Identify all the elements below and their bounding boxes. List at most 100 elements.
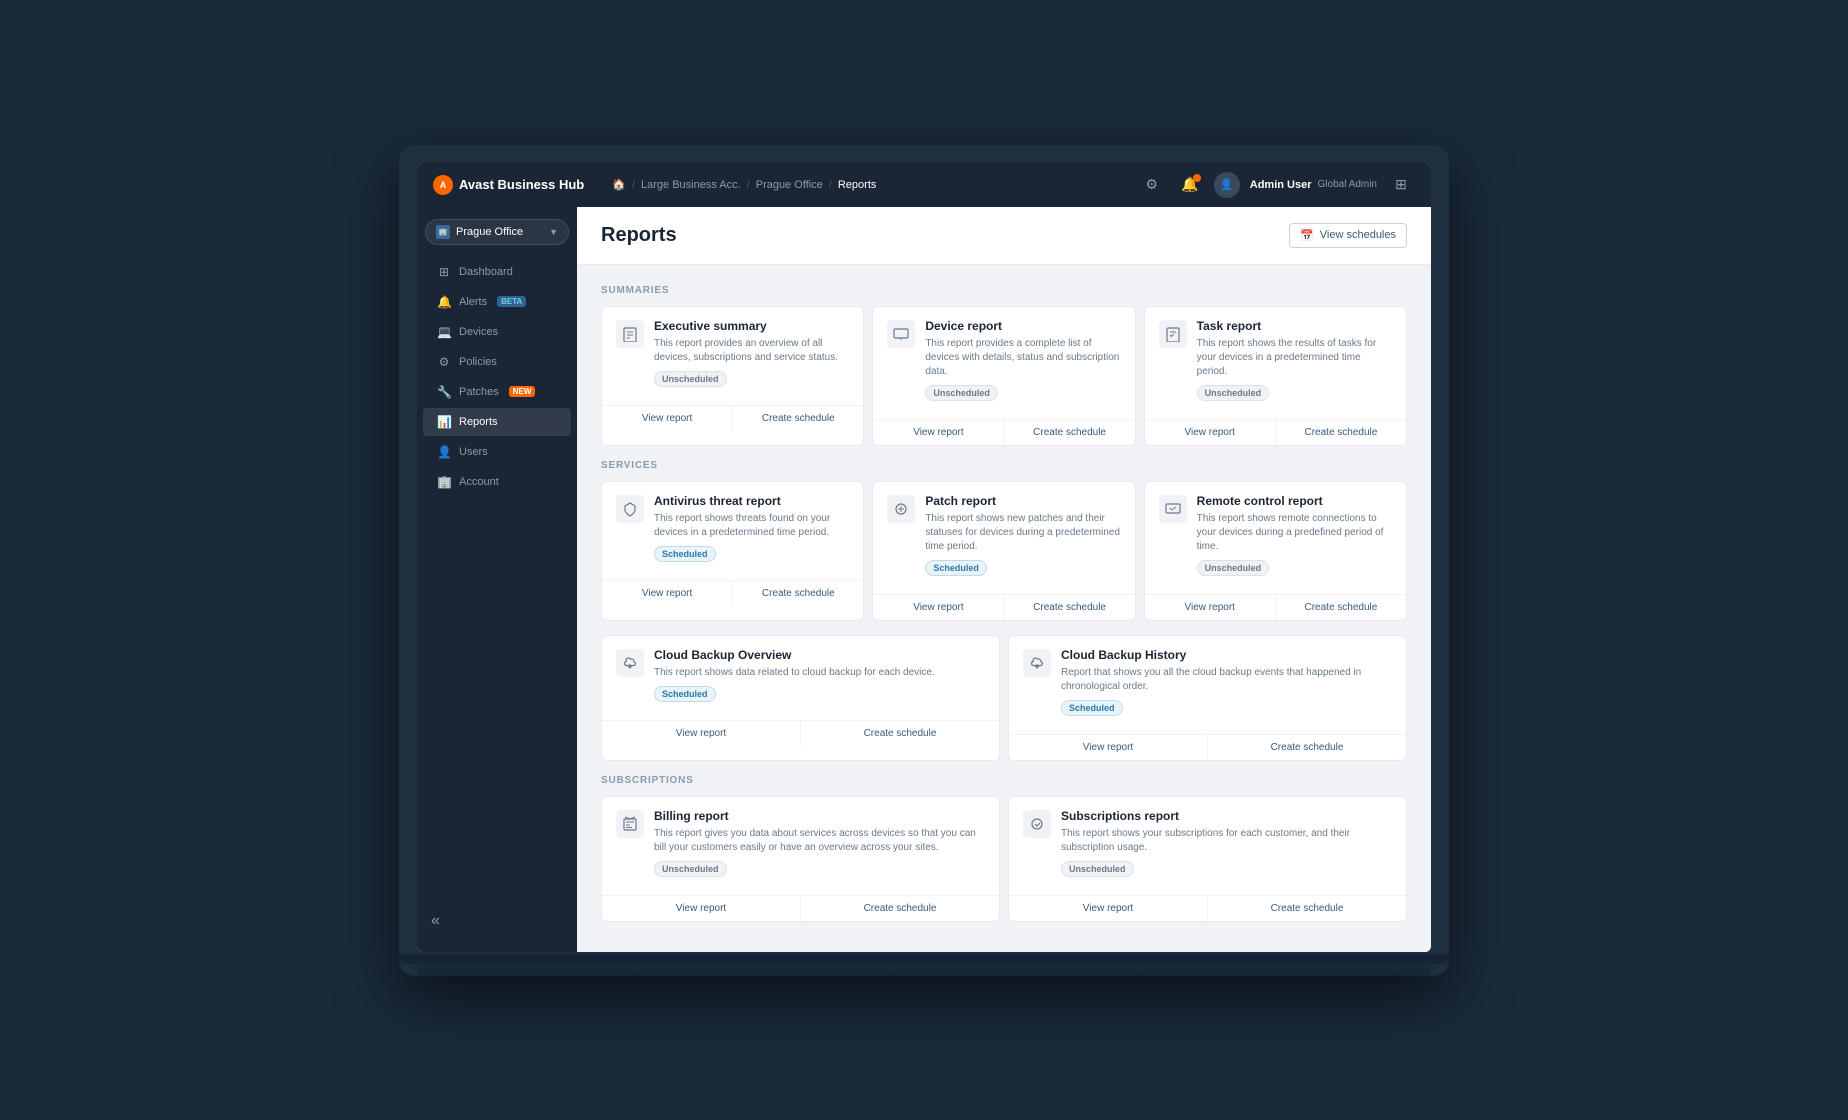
antivirus-view-button[interactable]: View report: [602, 581, 733, 606]
executive-summary-schedule-button[interactable]: Create schedule: [733, 406, 863, 431]
executive-summary-title: Executive summary: [654, 319, 849, 333]
cloud-backup-overview-card: Cloud Backup Overview This report shows …: [601, 635, 1000, 761]
calendar-icon: 📅: [1300, 229, 1314, 242]
executive-summary-view-button[interactable]: View report: [602, 406, 733, 431]
sidebar-label-users: Users: [459, 446, 488, 458]
main-layout: 🏢 Prague Office ▼ ⊞ Dashboard 🔔 Alerts B…: [417, 207, 1431, 952]
task-report-view-button[interactable]: View report: [1145, 420, 1276, 445]
laptop-base: [417, 954, 1431, 976]
remote-control-actions: View report Create schedule: [1145, 594, 1406, 620]
antivirus-threat-title: Antivirus threat report: [654, 494, 849, 508]
device-report-schedule-button[interactable]: Create schedule: [1005, 420, 1135, 445]
sidebar-item-dashboard[interactable]: ⊞ Dashboard: [423, 258, 571, 286]
subscriptions-report-status: Unscheduled: [1061, 861, 1134, 877]
notif-dot: [1193, 174, 1201, 182]
subscriptions-report-icon: [1023, 810, 1051, 838]
patches-icon: 🔧: [437, 385, 451, 399]
cloud-backup-history-card: Cloud Backup History Report that shows y…: [1008, 635, 1407, 761]
antivirus-threat-desc: This report shows threats found on your …: [654, 512, 849, 540]
patch-report-status: Scheduled: [925, 560, 987, 576]
subscriptions-section-label: SUBSCRIPTIONS: [601, 775, 1407, 786]
view-schedules-button[interactable]: 📅 View schedules: [1289, 223, 1407, 248]
breadcrumb-site[interactable]: Prague Office: [756, 179, 823, 191]
avatar: 👤: [1214, 172, 1240, 198]
cloud-backup-overview-view-button[interactable]: View report: [602, 721, 801, 746]
billing-schedule-button[interactable]: Create schedule: [801, 896, 999, 921]
patch-report-card: Patch report This report shows new patch…: [872, 481, 1135, 621]
topbar-right: ⚙ 🔔 👤 Admin User Global Admin ⊞: [1138, 171, 1415, 199]
sidebar-item-account[interactable]: 🏢 Account: [423, 468, 571, 496]
sidebar-label-alerts: Alerts: [459, 296, 487, 308]
device-report-icon: [887, 320, 915, 348]
sidebar-item-users[interactable]: 👤 Users: [423, 438, 571, 466]
cloud-backup-history-desc: Report that shows you all the cloud back…: [1061, 666, 1392, 694]
sidebar-item-devices[interactable]: 💻 Devices: [423, 318, 571, 346]
devices-icon: 💻: [437, 325, 451, 339]
services-grid-row2: Cloud Backup Overview This report shows …: [601, 635, 1407, 761]
notifications-icon[interactable]: 🔔: [1176, 171, 1204, 199]
sidebar: 🏢 Prague Office ▼ ⊞ Dashboard 🔔 Alerts B…: [417, 207, 577, 952]
summaries-grid: Executive summary This report provides a…: [601, 306, 1407, 446]
task-report-schedule-button[interactable]: Create schedule: [1276, 420, 1406, 445]
remote-schedule-button[interactable]: Create schedule: [1276, 595, 1406, 620]
executive-summary-status: Unscheduled: [654, 371, 727, 387]
cloud-backup-overview-title: Cloud Backup Overview: [654, 648, 935, 662]
summaries-section-label: SUMMARIES: [601, 285, 1407, 296]
task-report-status: Unscheduled: [1197, 385, 1270, 401]
subscriptions-report-card: Subscriptions report This report shows y…: [1008, 796, 1407, 922]
patch-view-button[interactable]: View report: [873, 595, 1004, 620]
users-icon: 👤: [437, 445, 451, 459]
antivirus-schedule-button[interactable]: Create schedule: [733, 581, 863, 606]
topbar: A Avast Business Hub 🏠 / Large Business …: [417, 163, 1431, 207]
subscriptions-grid: Billing report This report gives you dat…: [601, 796, 1407, 922]
remote-control-card: Remote control report This report shows …: [1144, 481, 1407, 621]
cloud-backup-history-status: Scheduled: [1061, 700, 1123, 716]
sidebar-label-reports: Reports: [459, 416, 498, 428]
sidebar-item-reports[interactable]: 📊 Reports: [423, 408, 571, 436]
subscriptions-view-button[interactable]: View report: [1009, 896, 1208, 921]
subscriptions-report-desc: This report shows your subscriptions for…: [1061, 827, 1392, 855]
subscriptions-schedule-button[interactable]: Create schedule: [1208, 896, 1406, 921]
billing-report-actions: View report Create schedule: [602, 895, 999, 921]
settings-icon[interactable]: ⚙: [1138, 171, 1166, 199]
billing-report-card: Billing report This report gives you dat…: [601, 796, 1000, 922]
sidebar-label-account: Account: [459, 476, 499, 488]
cloud-backup-history-schedule-button[interactable]: Create schedule: [1208, 735, 1406, 760]
breadcrumb-account[interactable]: Large Business Acc.: [641, 179, 741, 191]
antivirus-threat-actions: View report Create schedule: [602, 580, 863, 606]
cloud-backup-history-title: Cloud Backup History: [1061, 648, 1392, 662]
device-report-title: Device report: [925, 319, 1120, 333]
remote-view-button[interactable]: View report: [1145, 595, 1276, 620]
billing-report-icon: [616, 810, 644, 838]
sidebar-label-devices: Devices: [459, 326, 498, 338]
sidebar-item-policies[interactable]: ⚙ Policies: [423, 348, 571, 376]
executive-summary-card: Executive summary This report provides a…: [601, 306, 864, 446]
content-body: SUMMARIES Executive summary: [577, 265, 1431, 952]
menu-icon[interactable]: ⊞: [1387, 171, 1415, 199]
collapse-sidebar-button[interactable]: «: [417, 902, 577, 940]
cloud-backup-overview-schedule-button[interactable]: Create schedule: [801, 721, 999, 746]
executive-summary-icon: [616, 320, 644, 348]
device-report-card: Device report This report provides a com…: [872, 306, 1135, 446]
sidebar-item-alerts[interactable]: 🔔 Alerts BETA: [423, 288, 571, 316]
content-header: Reports 📅 View schedules: [577, 207, 1431, 265]
remote-control-icon: [1159, 495, 1187, 523]
breadcrumb: 🏠 / Large Business Acc. / Prague Office …: [612, 178, 876, 191]
sidebar-item-patches[interactable]: 🔧 Patches NEW: [423, 378, 571, 406]
user-role: Global Admin: [1318, 179, 1377, 190]
patch-schedule-button[interactable]: Create schedule: [1005, 595, 1135, 620]
policies-icon: ⚙: [437, 355, 451, 369]
content-area: Reports 📅 View schedules SUMMARIES: [577, 207, 1431, 952]
avast-logo-icon: A: [433, 175, 453, 195]
cloud-backup-history-view-button[interactable]: View report: [1009, 735, 1208, 760]
task-report-icon: [1159, 320, 1187, 348]
site-selector[interactable]: 🏢 Prague Office ▼: [425, 219, 569, 245]
device-report-view-button[interactable]: View report: [873, 420, 1004, 445]
subscriptions-report-title: Subscriptions report: [1061, 809, 1392, 823]
patch-report-actions: View report Create schedule: [873, 594, 1134, 620]
antivirus-threat-card: Antivirus threat report This report show…: [601, 481, 864, 621]
remote-control-title: Remote control report: [1197, 494, 1392, 508]
breadcrumb-home-icon: 🏠: [612, 178, 626, 191]
user-name: Admin User: [1250, 179, 1312, 191]
billing-view-button[interactable]: View report: [602, 896, 801, 921]
